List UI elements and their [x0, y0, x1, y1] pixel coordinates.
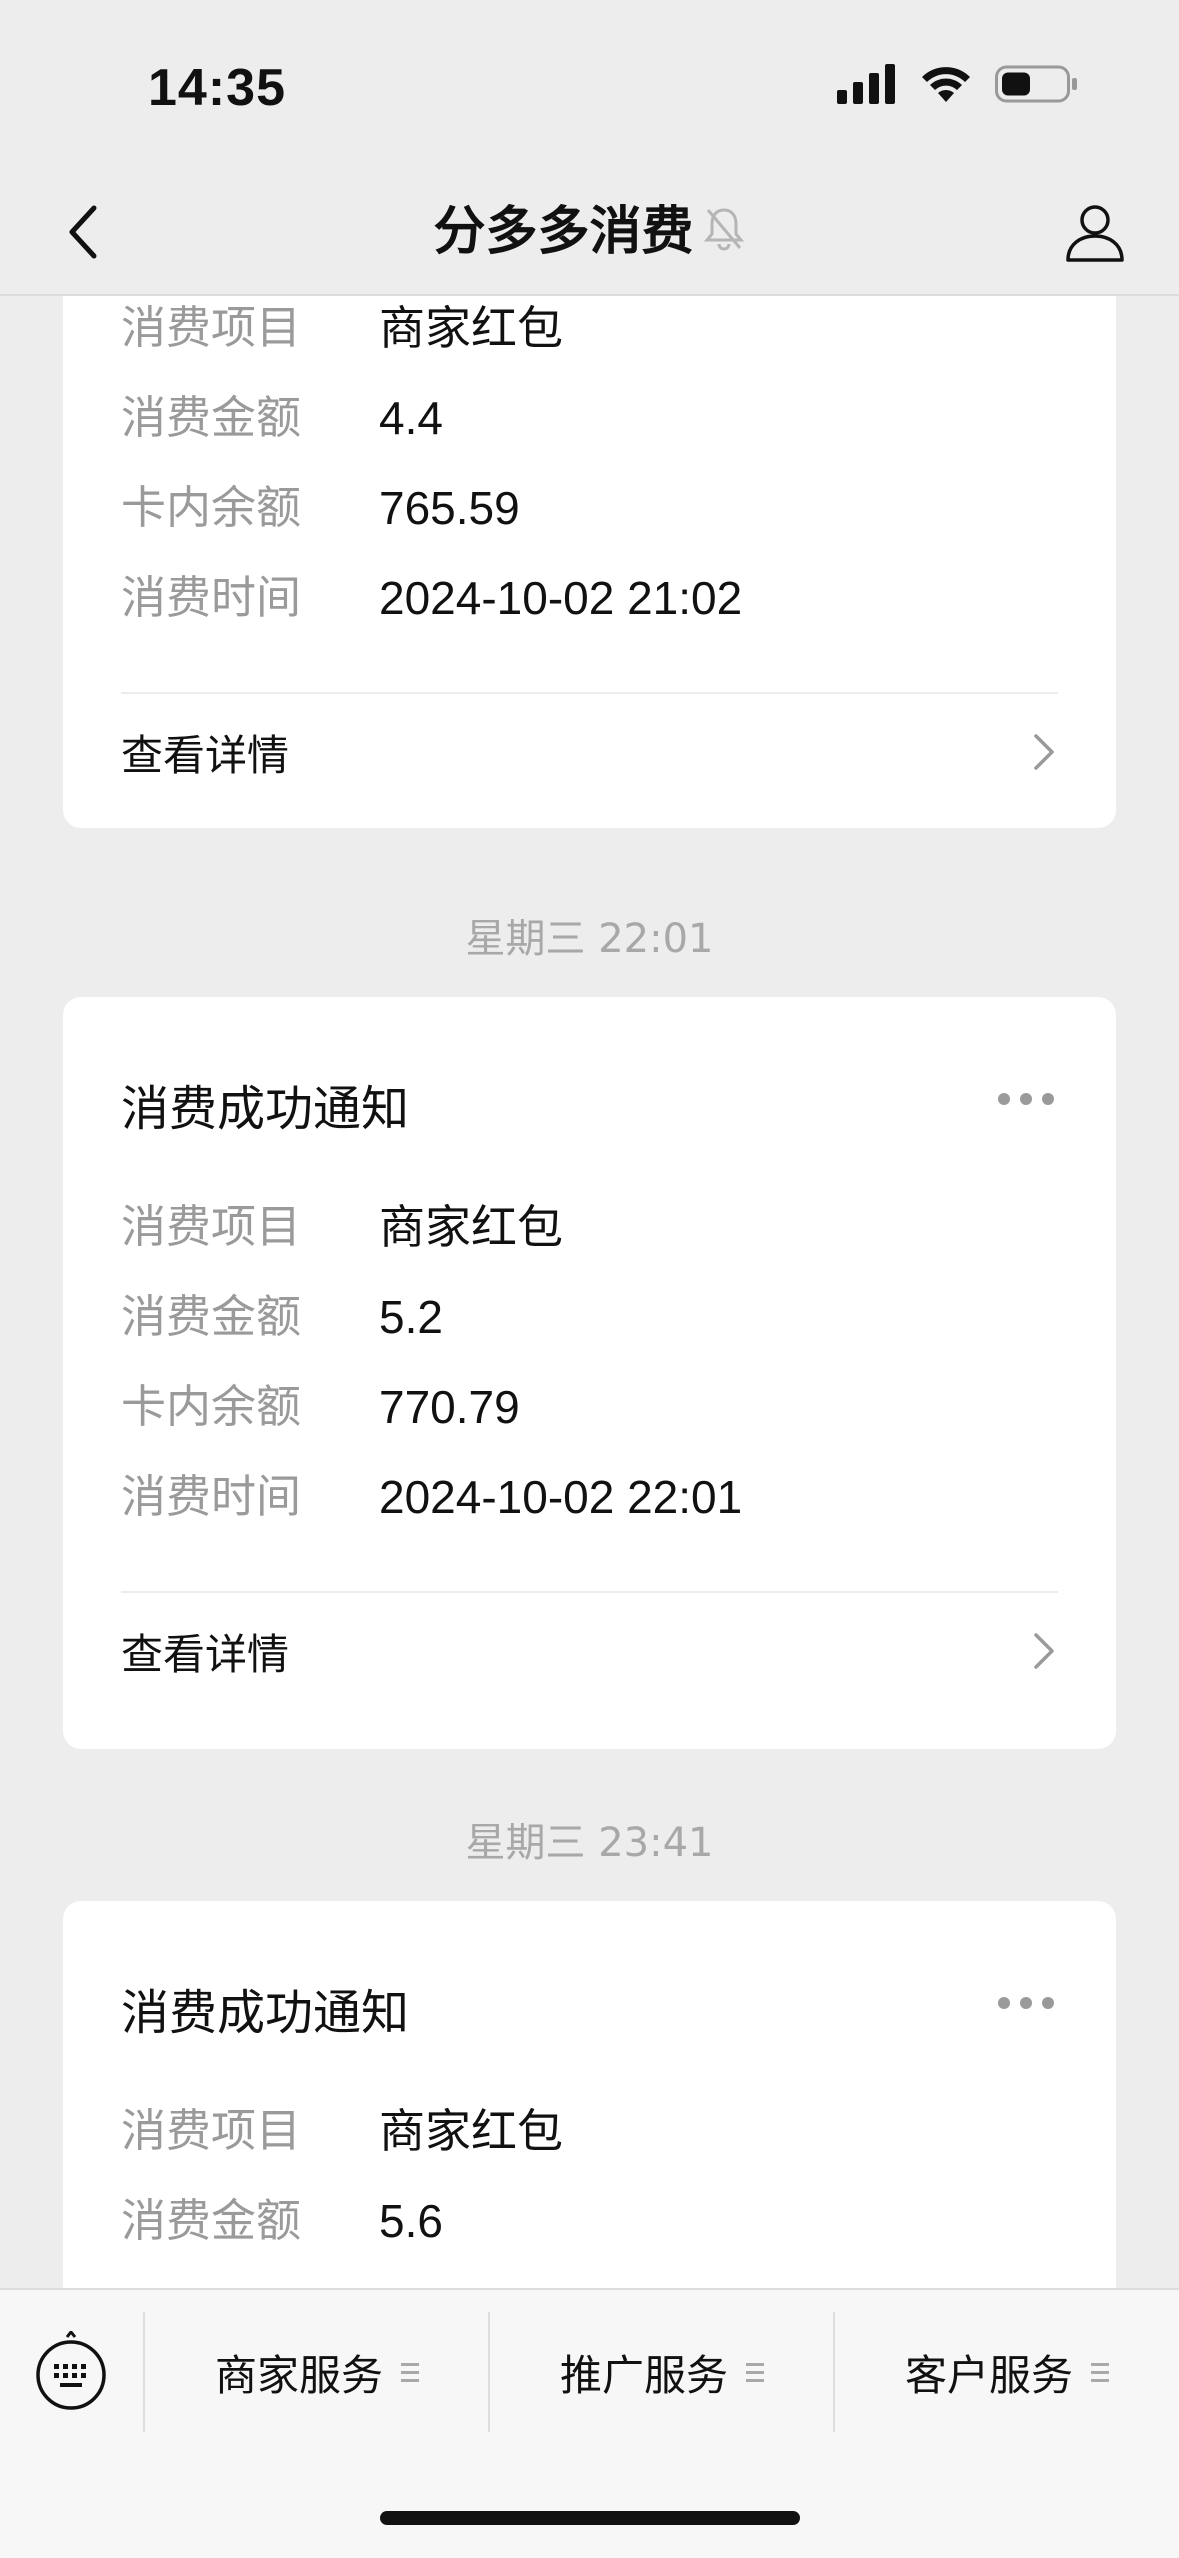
ellipsis-dot: [1020, 1997, 1032, 2009]
message-list[interactable]: 消费项目 商家红包 消费金额 4.4 卡内余额 765.59 消费时间 2024…: [0, 296, 1179, 2288]
message-timestamp: 星期三 23:41: [465, 1820, 714, 1866]
row-label: 消费金额: [121, 391, 302, 444]
row-value: 商家红包: [379, 2105, 563, 2157]
row-value: 2024-10-02 22:01: [379, 1471, 743, 1523]
card-row: 卡内余额 770.79: [121, 1377, 520, 1437]
card-row: 消费项目 商家红包: [121, 1197, 563, 1257]
card-row: 消费金额 4.4: [121, 388, 443, 448]
row-label: 消费项目: [121, 1200, 302, 1253]
more-options-button[interactable]: [998, 1093, 1054, 1105]
ellipsis-icon: [998, 1093, 1010, 1105]
notification-card: 消费项目 商家红包 消费金额 4.4 卡内余额 765.59 消费时间 2024…: [63, 296, 1116, 828]
card-row: 消费金额 5.6: [121, 2191, 443, 2251]
menu-item-label: 商家服务: [214, 2350, 383, 2400]
chevron-right-icon: [1034, 734, 1054, 770]
hamburger-icon: [1091, 2362, 1109, 2382]
row-value: 4.4: [379, 392, 443, 444]
row-label: 卡内余额: [121, 481, 302, 534]
row-label: 消费金额: [121, 1290, 302, 1343]
card-row: 卡内余额 765.59: [121, 478, 520, 538]
chevron-right-icon: [1034, 1633, 1054, 1669]
view-details-label: 查看详情: [121, 730, 290, 780]
row-value: 765.59: [379, 482, 520, 534]
menu-customer-services[interactable]: 客户服务: [835, 2312, 1179, 2432]
card-divider: [121, 692, 1058, 694]
row-value: 商家红包: [379, 302, 563, 354]
nav-bar: 分多多消费: [0, 170, 1179, 296]
cellular-signal-icon: [837, 64, 895, 104]
card-row: 消费时间 2024-10-02 21:02: [121, 568, 742, 628]
wifi-icon: [922, 67, 970, 102]
ellipsis-icon: [998, 1997, 1010, 2009]
menu-item-label: 客户服务: [904, 2350, 1073, 2400]
keyboard-toggle-button[interactable]: [32, 2328, 110, 2414]
row-label: 消费时间: [121, 571, 302, 624]
card-row: 消费时间 2024-10-02 22:01: [121, 1467, 742, 1527]
message-timestamp: 星期三 22:01: [465, 916, 714, 962]
row-label: 消费时间: [121, 1470, 302, 1523]
page-title-text: 分多多消费: [433, 202, 694, 262]
card-row: 消费项目 商家红包: [121, 298, 563, 358]
card-row: 消费金额 5.2: [121, 1287, 443, 1347]
person-icon: [1066, 205, 1124, 262]
bell-slash-icon: [702, 197, 746, 273]
row-value: 5.2: [379, 1291, 443, 1343]
page-title: 分多多消费: [0, 194, 1179, 273]
menu-promotion-services[interactable]: 推广服务: [490, 2312, 834, 2432]
status-icons: [837, 64, 1079, 104]
ellipsis-dot: [1020, 1093, 1032, 1105]
row-label: 消费项目: [121, 2104, 302, 2157]
view-details-link[interactable]: 查看详情: [121, 712, 1058, 792]
row-value: 2024-10-02 21:02: [379, 572, 743, 624]
card-title: 消费成功通知: [121, 1081, 410, 1137]
card-title: 消费成功通知: [121, 1985, 410, 2041]
notification-card: 消费成功通知 消费项目 商家红包 消费金额 5.2 卡内余额 770.79 消费…: [63, 997, 1116, 1749]
card-divider: [121, 1591, 1058, 1593]
status-bar: 14:35: [0, 0, 1179, 170]
menu-item-label: 推广服务: [559, 2350, 728, 2400]
row-value: 770.79: [379, 1381, 520, 1433]
row-label: 卡内余额: [121, 1380, 302, 1433]
hamburger-icon: [746, 2362, 764, 2382]
hamburger-icon: [401, 2362, 419, 2382]
card-row: 消费项目 商家红包: [121, 2101, 563, 2161]
ellipsis-dot: [1042, 1093, 1054, 1105]
view-details-label: 查看详情: [121, 1629, 290, 1679]
ellipsis-dot: [1042, 1997, 1054, 2009]
row-label: 消费项目: [121, 301, 302, 354]
row-value: 商家红包: [379, 1201, 563, 1253]
more-options-button[interactable]: [998, 1997, 1054, 2009]
notification-card: 消费成功通知 消费项目 商家红包 消费金额 5.6: [63, 1901, 1116, 2288]
menu-merchant-services[interactable]: 商家服务: [145, 2312, 489, 2432]
view-details-link[interactable]: 查看详情: [121, 1611, 1058, 1691]
home-indicator[interactable]: [380, 2511, 800, 2525]
keyboard-icon: [36, 2331, 106, 2410]
row-label: 消费金额: [121, 2194, 302, 2247]
status-time: 14:35: [148, 59, 286, 117]
row-value: 5.6: [379, 2195, 443, 2247]
profile-button[interactable]: [1057, 194, 1133, 270]
battery-icon: [995, 65, 1077, 103]
